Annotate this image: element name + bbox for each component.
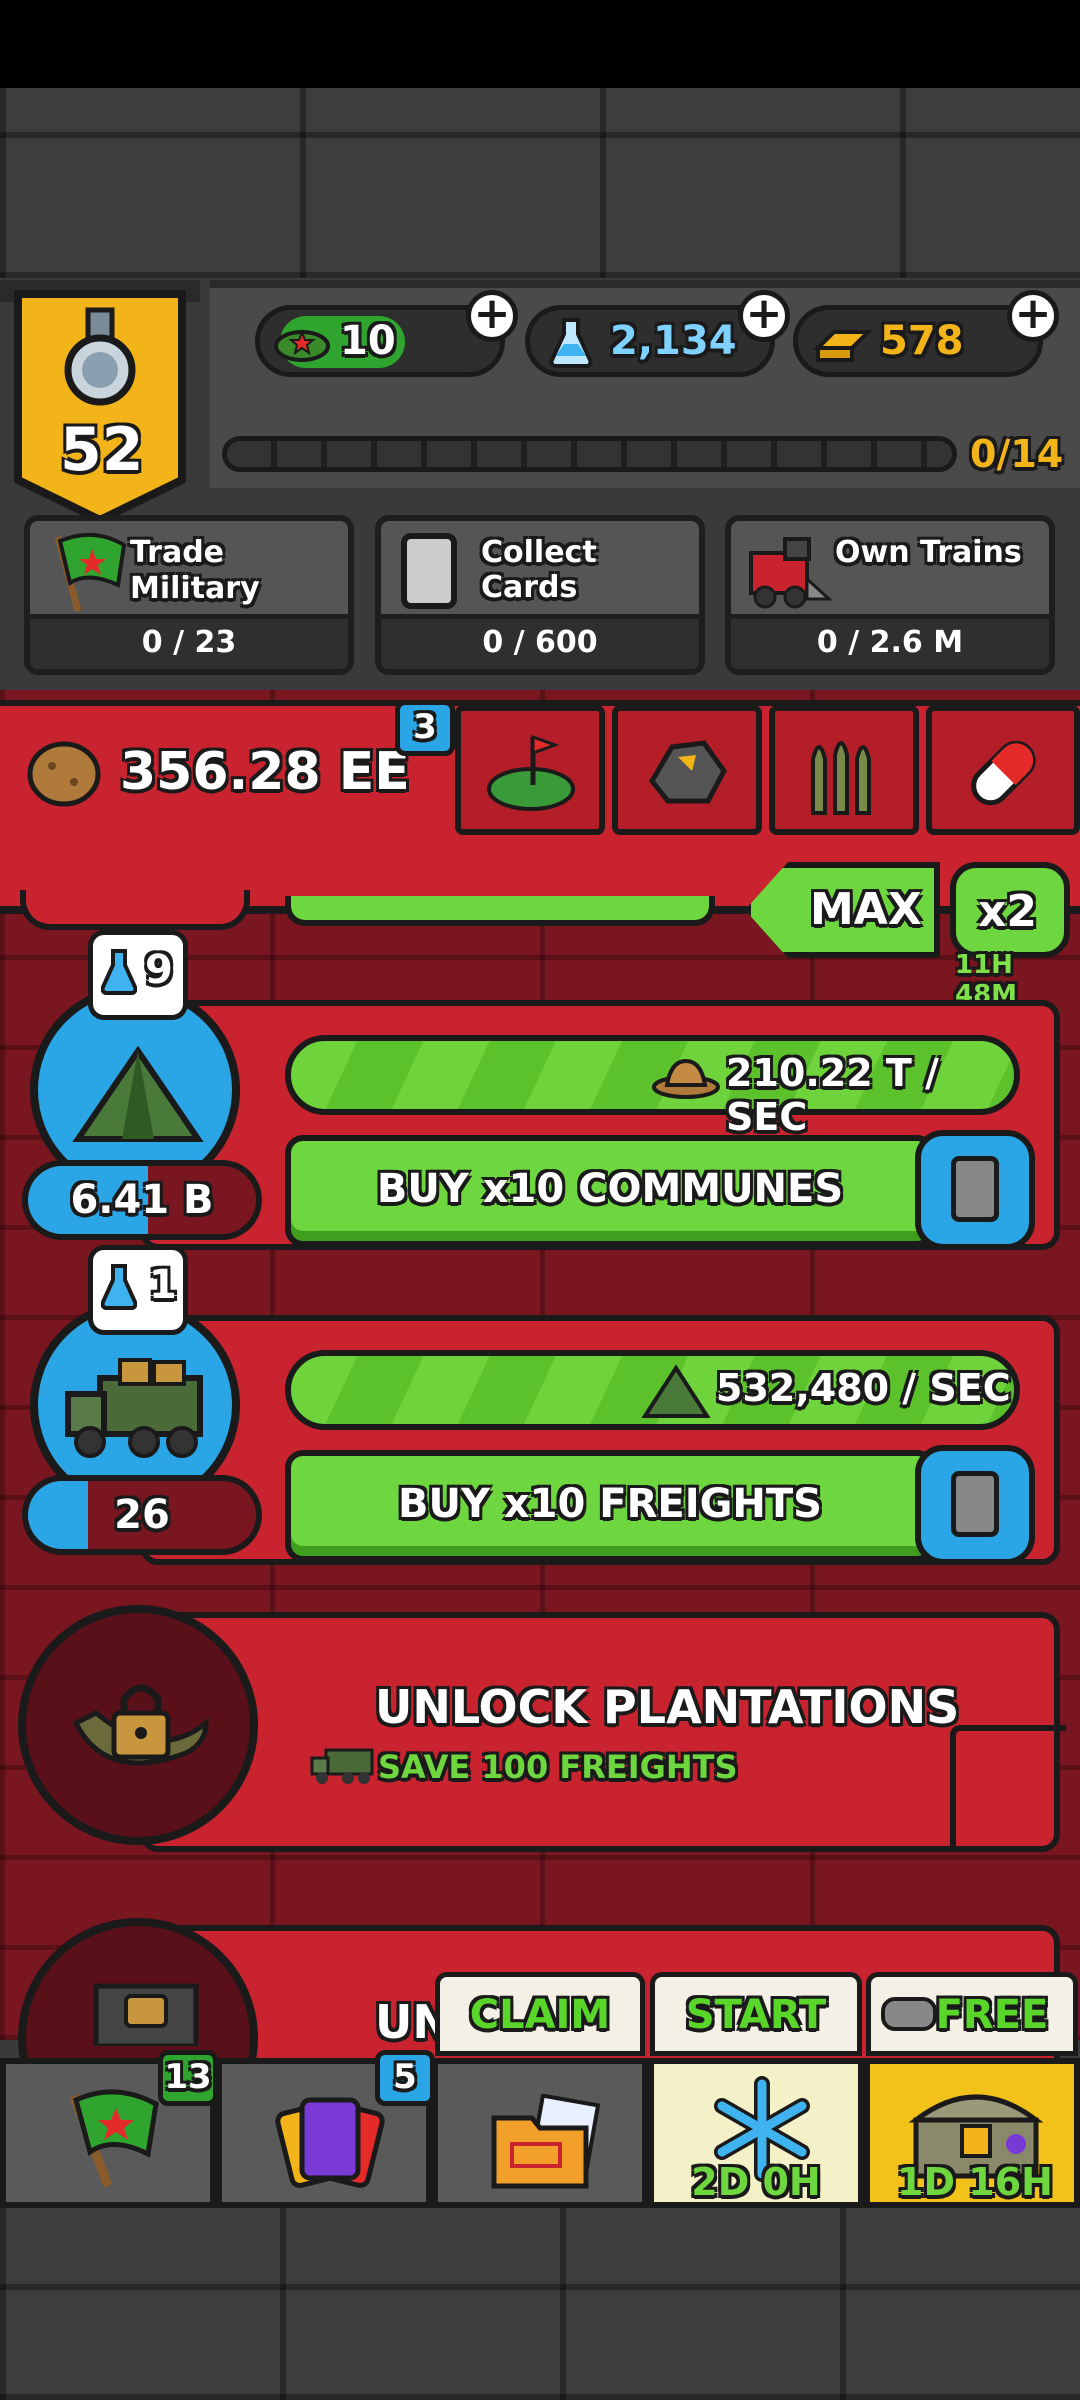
free-tag[interactable]: FREE (866, 1972, 1078, 2056)
card-icon (951, 1471, 999, 1537)
science-value: 2,134 (610, 318, 737, 364)
boost-count-badge: 3 (395, 700, 455, 756)
freights-research-level: 1 (149, 1262, 177, 1308)
card-icon (951, 1156, 999, 1222)
communes-research-level: 9 (145, 947, 173, 993)
nav-chest-tab[interactable]: 1D 16H (864, 2058, 1080, 2208)
freights-rate-bar: 532,480 / SEC (285, 1350, 1020, 1430)
nav-contract-tab[interactable] (432, 2058, 648, 2208)
flask-icon (101, 1264, 137, 1310)
player-level-banner[interactable] (0, 280, 200, 530)
flask-icon (549, 318, 593, 368)
freights-count: 26 (22, 1475, 262, 1555)
ammo-icon (811, 741, 871, 815)
level-progress-text: 0/14 (970, 432, 1064, 476)
gold-value: 578 (880, 318, 964, 364)
quest-label-line1: Collect Cards (481, 535, 597, 605)
quest-trade-military[interactable]: Trade Military 0 / 23 (24, 515, 354, 675)
status-bar (0, 0, 1080, 88)
field-flag-icon (487, 734, 575, 811)
hat-icon (652, 1058, 720, 1099)
locked-plantations-icon-circle (18, 1605, 258, 1845)
quest-own-trains[interactable]: Own Trains 0 / 2.6 M (725, 515, 1055, 675)
buy-communes-button[interactable]: BUY x10 COMMUNES (285, 1135, 935, 1247)
chest-timer: 1D 16H (897, 2160, 1053, 2204)
train-icon (749, 537, 833, 609)
military-flag-icon (69, 2089, 159, 2188)
max-label: MAX (810, 884, 922, 935)
locked-factory-icon (93, 1983, 199, 2046)
truck-icon (310, 1748, 374, 1784)
buy-freights-button[interactable]: BUY x10 FREIGHTS (285, 1450, 935, 1562)
quest-progress: 0 / 600 (381, 614, 699, 669)
quest-collect-cards[interactable]: Collect Cards 0 / 600 (375, 515, 705, 675)
tent-icon (72, 1045, 204, 1142)
previous-bar-edge (285, 896, 715, 926)
communes-research-badge: 9 (88, 930, 188, 1020)
add-military-caps-button[interactable]: + (466, 290, 518, 342)
x2-boost-button[interactable]: x2 (950, 862, 1070, 958)
card-icon (401, 533, 457, 609)
boost-ammo-button[interactable] (769, 705, 919, 835)
military-caps-value: 10 (340, 318, 396, 364)
player-level: 52 (60, 415, 144, 485)
communes-card-button[interactable] (915, 1130, 1035, 1250)
truck-icon (65, 1358, 203, 1458)
contract-folder-icon (491, 2094, 601, 2189)
communes-rate: 210.22 T / SEC (726, 1051, 939, 1139)
quest-progress: 0 / 23 (30, 614, 348, 669)
gold-counter[interactable]: 578 (793, 305, 1043, 377)
start-tag[interactable]: START (650, 1972, 862, 2056)
potato-icon (27, 741, 101, 807)
pill-icon (971, 740, 1036, 806)
x2-label: x2 (978, 886, 1037, 937)
cards-badge: 5 (375, 2050, 435, 2106)
nav-freeze-tab[interactable]: 2D 0H (648, 2058, 864, 2208)
locked-title: UNLOCK PLANTATIONS (375, 1680, 960, 1734)
chest-mini-icon (881, 1997, 937, 2031)
locked-banana-icon (72, 1684, 209, 1766)
bottom-wall-background (0, 2208, 1080, 2400)
quest-label-line1: Own Trains (835, 535, 1022, 570)
boost-pill-button[interactable] (926, 705, 1080, 835)
gold-bars-icon (813, 330, 872, 362)
ore-icon (648, 740, 727, 804)
boost-ore-button[interactable] (612, 705, 762, 835)
cap-icon (274, 329, 330, 362)
add-science-button[interactable]: + (738, 290, 790, 342)
tent-icon (641, 1364, 711, 1418)
cards-stack-icon (275, 2097, 385, 2188)
boost-field-button[interactable] (455, 705, 605, 835)
top-wall-background (0, 88, 1080, 278)
communes-count: 6.41 B (22, 1160, 262, 1240)
military-badge: 13 (158, 2050, 218, 2106)
add-gold-button[interactable]: + (1007, 290, 1059, 342)
flask-icon (101, 949, 137, 995)
quest-label-line1: Trade (130, 535, 225, 570)
communes-rate-bar: 210.22 T / SEC (285, 1035, 1020, 1139)
quest-label-line2: Military (130, 571, 260, 606)
level-progress-bar (222, 436, 957, 472)
locked-row-tab (950, 1725, 1066, 1851)
freights-card-button[interactable] (915, 1445, 1035, 1565)
locked-requirement: SAVE 100 FREIGHTS (378, 1748, 738, 1786)
freights-rate: 532,480 / SEC (716, 1366, 1011, 1410)
freeze-timer: 2D 0H (691, 2160, 821, 2204)
quest-progress: 0 / 2.6 M (731, 614, 1049, 669)
previous-row-edge (20, 890, 250, 930)
freights-research-badge: 1 (88, 1245, 188, 1335)
claim-tag[interactable]: CLAIM (435, 1972, 645, 2056)
currency-value: 356.28 EE (120, 742, 410, 802)
military-flag-icon (54, 532, 127, 612)
